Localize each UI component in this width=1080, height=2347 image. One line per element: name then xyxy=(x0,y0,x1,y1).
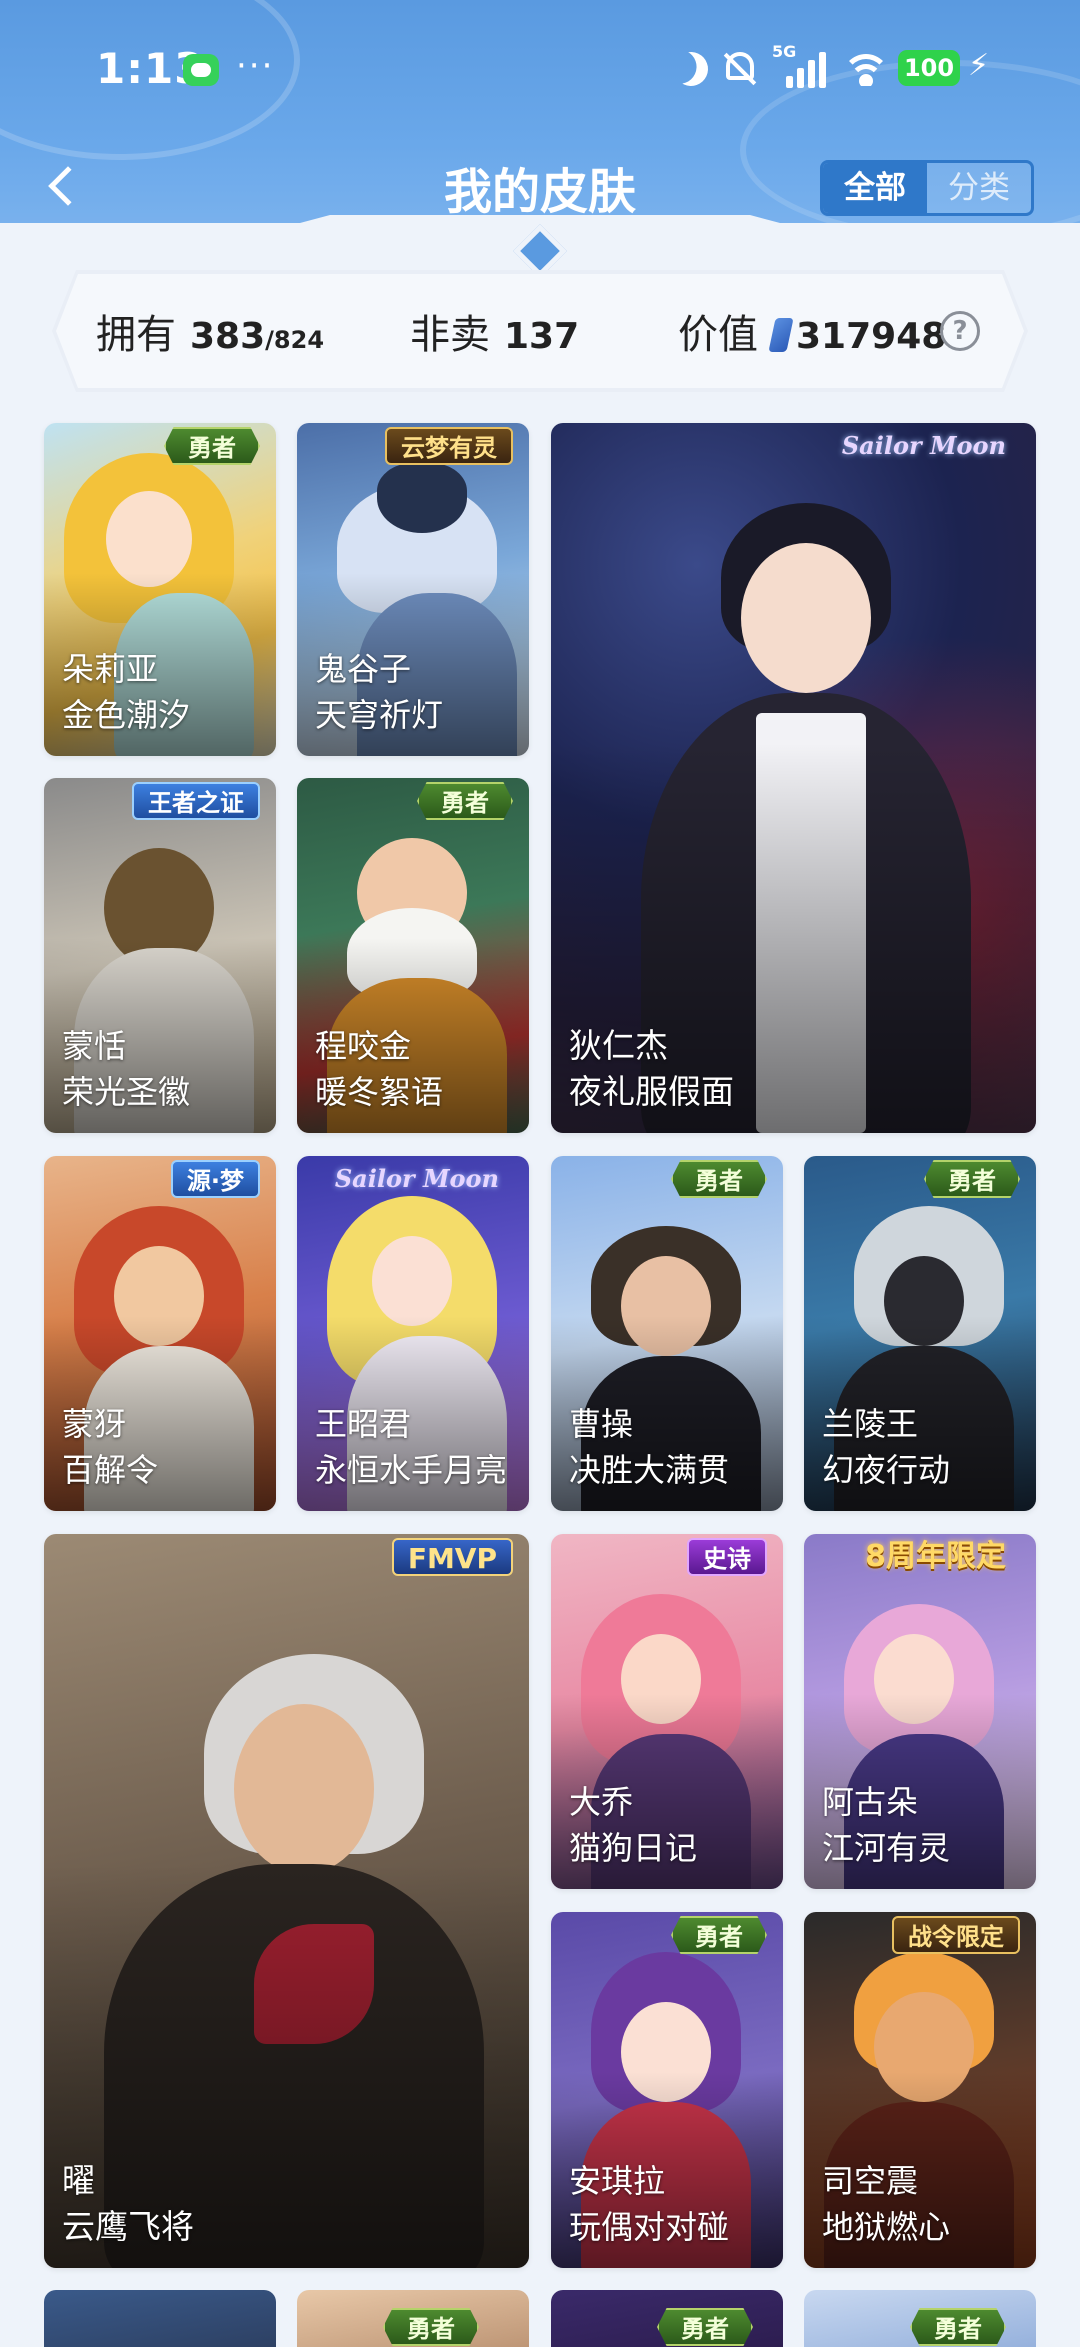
value-amount: 317948 xyxy=(796,316,947,357)
skin-name: 暖冬絮语 xyxy=(315,1073,444,1111)
segment-category[interactable]: 分类 xyxy=(927,163,1031,213)
skin-badge: Sailor Moon xyxy=(334,1164,499,1193)
skin-name: 金色潮汐 xyxy=(62,696,191,734)
skin-card[interactable]: 云梦有灵 鬼谷子 天穹祈灯 xyxy=(297,423,529,756)
status-bar: 1:13 ··· 5G 100 ⚡ xyxy=(0,40,1080,100)
owned-label: 拥有 xyxy=(96,312,176,358)
value-label: 价值 xyxy=(678,312,758,358)
skin-badge: 勇者 xyxy=(417,782,513,820)
skin-name: 地狱燃心 xyxy=(822,2208,951,2246)
skin-card[interactable]: 勇者 兰陵王 幻夜行动 xyxy=(804,1156,1036,1511)
owned-stat: 拥有 383/824 xyxy=(96,302,324,360)
skin-card[interactable]: 勇者 程咬金 暖冬絮语 xyxy=(297,778,529,1133)
hero-name: 安琪拉 xyxy=(569,2162,666,2200)
hero-name: 曜 xyxy=(62,2161,95,2200)
skin-name: 猫狗日记 xyxy=(569,1829,698,1867)
hero-name: 程咬金 xyxy=(315,1027,412,1065)
skin-name: 玩偶对对碰 xyxy=(569,2208,730,2246)
signal-icon: 5G xyxy=(772,42,828,88)
skin-name: 夜礼服假面 xyxy=(569,1072,734,1111)
skin-badge: 勇者 xyxy=(671,1916,767,1954)
skin-badge: 勇者 xyxy=(383,2308,479,2346)
skin-badge: 勇者 xyxy=(671,1160,767,1198)
skin-badge: 源·梦 xyxy=(170,1160,260,1198)
skin-name: 天穹祈灯 xyxy=(315,696,444,734)
hero-name: 司空震 xyxy=(822,2162,919,2200)
skin-badge: 王者之证 xyxy=(132,782,260,820)
chat-app-icon xyxy=(183,54,219,86)
wifi-icon xyxy=(842,50,890,86)
skin-name: 云鹰飞将 xyxy=(62,2207,194,2246)
skin-name: 荣光圣徽 xyxy=(62,1073,191,1111)
skin-badge: 勇者 xyxy=(924,1160,1020,1198)
skin-card[interactable]: 源·梦 蒙犽 百解令 xyxy=(44,1156,276,1511)
skin-card[interactable]: 8周年限定 阿古朵 江河有灵 xyxy=(804,1534,1036,1889)
skin-name: 江河有灵 xyxy=(822,1829,951,1867)
skin-badge: 8周年限定 xyxy=(865,1539,1006,1574)
hero-name: 曹操 xyxy=(569,1405,634,1443)
skin-card-partial[interactable]: 勇者 xyxy=(297,2290,529,2347)
skin-card[interactable]: 战令限定 司空震 地狱燃心 xyxy=(804,1912,1036,2268)
skin-card[interactable]: Sailor Moon 狄仁杰 夜礼服假面 xyxy=(551,423,1036,1133)
hero-name: 阿古朵 xyxy=(822,1783,919,1821)
hero-name: 蒙恬 xyxy=(62,1027,127,1065)
view-segment-control: 全部 分类 xyxy=(820,160,1034,216)
skin-badge: FMVP xyxy=(391,1538,513,1576)
skin-card-partial[interactable] xyxy=(44,2290,276,2347)
bell-off-icon xyxy=(722,50,758,88)
skin-card[interactable]: 史诗 大乔 猫狗日记 xyxy=(551,1534,783,1889)
hero-name: 狄仁杰 xyxy=(569,1026,668,1065)
skin-card-partial[interactable]: 勇者 xyxy=(804,2290,1036,2347)
skin-badge: 勇者 xyxy=(910,2308,1006,2346)
hero-name: 大乔 xyxy=(569,1783,634,1821)
skin-name: 永恒水手月亮 xyxy=(315,1451,508,1489)
skin-name: 决胜大满贯 xyxy=(569,1451,730,1489)
skin-badge: Sailor Moon xyxy=(841,431,1006,460)
hero-name: 鬼谷子 xyxy=(315,650,412,688)
skin-name: 幻夜行动 xyxy=(822,1451,951,1489)
skin-badge: 勇者 xyxy=(164,427,260,465)
owned-total: /824 xyxy=(265,326,325,354)
help-icon[interactable]: ? xyxy=(940,311,980,351)
hero-name: 兰陵王 xyxy=(822,1405,919,1443)
skin-badge: 战令限定 xyxy=(892,1916,1020,1954)
skin-card[interactable]: FMVP 曜 云鹰飞将 xyxy=(44,1534,529,2268)
skin-card[interactable]: Sailor Moon 王昭君 永恒水手月亮 xyxy=(297,1156,529,1511)
skin-card[interactable]: 勇者 朵莉亚 金色潮汐 xyxy=(44,423,276,756)
skin-badge: 史诗 xyxy=(687,1538,767,1576)
hero-name: 朵莉亚 xyxy=(62,650,159,688)
battery-icon: 100 xyxy=(898,50,960,86)
gem-currency-icon xyxy=(768,318,794,352)
skin-card-partial[interactable]: 勇者 xyxy=(551,2290,783,2347)
hero-name: 蒙犽 xyxy=(62,1405,127,1443)
not-for-sale-count: 137 xyxy=(504,316,580,357)
skin-card[interactable]: 勇者 安琪拉 玩偶对对碰 xyxy=(551,1912,783,2268)
hero-name: 王昭君 xyxy=(315,1405,412,1443)
owned-count: 383 xyxy=(190,316,266,357)
more-notifications-icon: ··· xyxy=(236,46,275,86)
skin-card[interactable]: 勇者 曹操 决胜大满贯 xyxy=(551,1156,783,1511)
skin-badge: 勇者 xyxy=(657,2308,753,2346)
value-stat: 价值 317948 xyxy=(678,302,946,360)
skin-badge: 云梦有灵 xyxy=(385,427,513,465)
not-for-sale-stat: 非卖 137 xyxy=(410,302,579,360)
skin-card[interactable]: 王者之证 蒙恬 荣光圣徽 xyxy=(44,778,276,1133)
skin-name: 百解令 xyxy=(62,1451,159,1489)
not-for-sale-label: 非卖 xyxy=(410,312,490,358)
segment-all[interactable]: 全部 xyxy=(823,163,927,213)
charging-bolt-icon: ⚡ xyxy=(968,48,990,83)
network-type: 5G xyxy=(772,42,797,61)
moon-icon xyxy=(669,47,713,91)
